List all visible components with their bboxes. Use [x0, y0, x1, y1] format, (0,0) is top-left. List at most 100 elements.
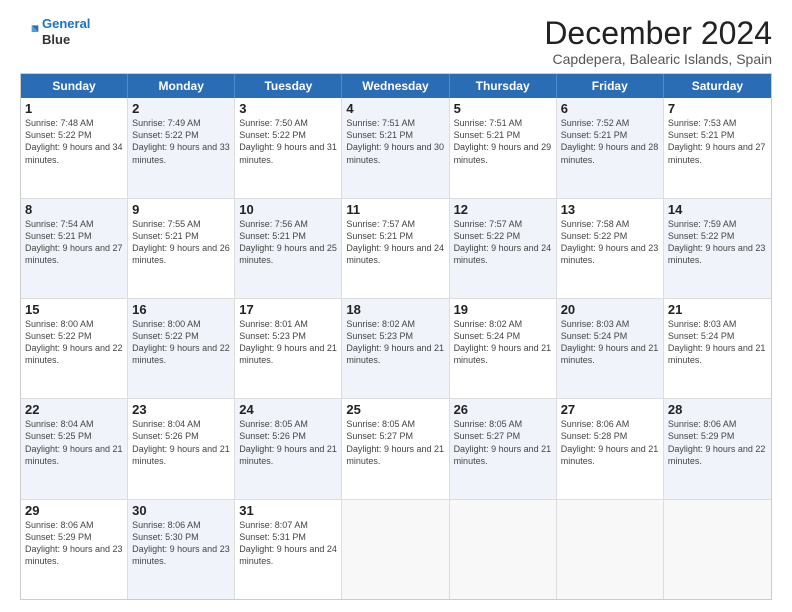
calendar-header: SundayMondayTuesdayWednesdayThursdayFrid…	[21, 74, 771, 98]
cell-info: Sunrise: 8:07 AMSunset: 5:31 PMDaylight:…	[239, 519, 337, 568]
cell-info: Sunrise: 7:59 AMSunset: 5:22 PMDaylight:…	[668, 218, 767, 267]
day-number: 31	[239, 503, 337, 518]
day-number: 7	[668, 101, 767, 116]
cell-info: Sunrise: 7:53 AMSunset: 5:21 PMDaylight:…	[668, 117, 767, 166]
calendar-cell-5-7	[664, 500, 771, 599]
calendar-page: General Blue December 2024 Capdepera, Ba…	[0, 0, 792, 612]
cell-info: Sunrise: 8:03 AMSunset: 5:24 PMDaylight:…	[561, 318, 659, 367]
calendar-cell-4-2: 23Sunrise: 8:04 AMSunset: 5:26 PMDayligh…	[128, 399, 235, 498]
cell-info: Sunrise: 8:05 AMSunset: 5:26 PMDaylight:…	[239, 418, 337, 467]
logo-line2: Blue	[42, 32, 90, 48]
calendar-week-1: 1Sunrise: 7:48 AMSunset: 5:22 PMDaylight…	[21, 98, 771, 198]
day-number: 25	[346, 402, 444, 417]
calendar-cell-4-7: 28Sunrise: 8:06 AMSunset: 5:29 PMDayligh…	[664, 399, 771, 498]
cell-info: Sunrise: 7:57 AMSunset: 5:22 PMDaylight:…	[454, 218, 552, 267]
calendar-cell-3-1: 15Sunrise: 8:00 AMSunset: 5:22 PMDayligh…	[21, 299, 128, 398]
calendar-cell-3-3: 17Sunrise: 8:01 AMSunset: 5:23 PMDayligh…	[235, 299, 342, 398]
cell-info: Sunrise: 8:05 AMSunset: 5:27 PMDaylight:…	[454, 418, 552, 467]
day-number: 29	[25, 503, 123, 518]
header-day-tuesday: Tuesday	[235, 74, 342, 98]
day-number: 30	[132, 503, 230, 518]
day-number: 10	[239, 202, 337, 217]
day-number: 19	[454, 302, 552, 317]
day-number: 1	[25, 101, 123, 116]
header-day-saturday: Saturday	[664, 74, 771, 98]
calendar-cell-1-7: 7Sunrise: 7:53 AMSunset: 5:21 PMDaylight…	[664, 98, 771, 197]
day-number: 18	[346, 302, 444, 317]
calendar-cell-2-3: 10Sunrise: 7:56 AMSunset: 5:21 PMDayligh…	[235, 199, 342, 298]
cell-info: Sunrise: 8:02 AMSunset: 5:24 PMDaylight:…	[454, 318, 552, 367]
calendar-cell-5-4	[342, 500, 449, 599]
calendar-cell-5-5	[450, 500, 557, 599]
calendar-cell-1-1: 1Sunrise: 7:48 AMSunset: 5:22 PMDaylight…	[21, 98, 128, 197]
cell-info: Sunrise: 8:03 AMSunset: 5:24 PMDaylight:…	[668, 318, 767, 367]
calendar-cell-3-5: 19Sunrise: 8:02 AMSunset: 5:24 PMDayligh…	[450, 299, 557, 398]
calendar-cell-3-2: 16Sunrise: 8:00 AMSunset: 5:22 PMDayligh…	[128, 299, 235, 398]
header-day-thursday: Thursday	[450, 74, 557, 98]
calendar-cell-4-6: 27Sunrise: 8:06 AMSunset: 5:28 PMDayligh…	[557, 399, 664, 498]
calendar-cell-1-2: 2Sunrise: 7:49 AMSunset: 5:22 PMDaylight…	[128, 98, 235, 197]
calendar-cell-2-6: 13Sunrise: 7:58 AMSunset: 5:22 PMDayligh…	[557, 199, 664, 298]
day-number: 21	[668, 302, 767, 317]
calendar-cell-1-5: 5Sunrise: 7:51 AMSunset: 5:21 PMDaylight…	[450, 98, 557, 197]
calendar-cell-1-4: 4Sunrise: 7:51 AMSunset: 5:21 PMDaylight…	[342, 98, 449, 197]
calendar-cell-1-3: 3Sunrise: 7:50 AMSunset: 5:22 PMDaylight…	[235, 98, 342, 197]
header-day-wednesday: Wednesday	[342, 74, 449, 98]
calendar-week-5: 29Sunrise: 8:06 AMSunset: 5:29 PMDayligh…	[21, 500, 771, 599]
main-title: December 2024	[544, 16, 772, 51]
day-number: 14	[668, 202, 767, 217]
cell-info: Sunrise: 8:06 AMSunset: 5:29 PMDaylight:…	[25, 519, 123, 568]
day-number: 20	[561, 302, 659, 317]
logo-text: General Blue	[42, 16, 90, 47]
title-area: December 2024 Capdepera, Balearic Island…	[544, 16, 772, 67]
day-number: 13	[561, 202, 659, 217]
cell-info: Sunrise: 7:51 AMSunset: 5:21 PMDaylight:…	[346, 117, 444, 166]
day-number: 3	[239, 101, 337, 116]
cell-info: Sunrise: 7:49 AMSunset: 5:22 PMDaylight:…	[132, 117, 230, 166]
calendar-cell-3-4: 18Sunrise: 8:02 AMSunset: 5:23 PMDayligh…	[342, 299, 449, 398]
cell-info: Sunrise: 8:00 AMSunset: 5:22 PMDaylight:…	[132, 318, 230, 367]
calendar-cell-5-6	[557, 500, 664, 599]
cell-info: Sunrise: 8:00 AMSunset: 5:22 PMDaylight:…	[25, 318, 123, 367]
cell-info: Sunrise: 8:05 AMSunset: 5:27 PMDaylight:…	[346, 418, 444, 467]
day-number: 12	[454, 202, 552, 217]
day-number: 27	[561, 402, 659, 417]
header-day-monday: Monday	[128, 74, 235, 98]
calendar-cell-3-7: 21Sunrise: 8:03 AMSunset: 5:24 PMDayligh…	[664, 299, 771, 398]
header-day-friday: Friday	[557, 74, 664, 98]
calendar-cell-2-7: 14Sunrise: 7:59 AMSunset: 5:22 PMDayligh…	[664, 199, 771, 298]
cell-info: Sunrise: 7:56 AMSunset: 5:21 PMDaylight:…	[239, 218, 337, 267]
day-number: 6	[561, 101, 659, 116]
cell-info: Sunrise: 8:01 AMSunset: 5:23 PMDaylight:…	[239, 318, 337, 367]
day-number: 22	[25, 402, 123, 417]
day-number: 8	[25, 202, 123, 217]
logo-icon	[20, 22, 40, 42]
calendar-cell-4-3: 24Sunrise: 8:05 AMSunset: 5:26 PMDayligh…	[235, 399, 342, 498]
day-number: 16	[132, 302, 230, 317]
logo-line1: General	[42, 16, 90, 31]
calendar-cell-5-1: 29Sunrise: 8:06 AMSunset: 5:29 PMDayligh…	[21, 500, 128, 599]
calendar-cell-5-2: 30Sunrise: 8:06 AMSunset: 5:30 PMDayligh…	[128, 500, 235, 599]
calendar-cell-2-2: 9Sunrise: 7:55 AMSunset: 5:21 PMDaylight…	[128, 199, 235, 298]
calendar-week-2: 8Sunrise: 7:54 AMSunset: 5:21 PMDaylight…	[21, 199, 771, 299]
day-number: 23	[132, 402, 230, 417]
cell-info: Sunrise: 7:57 AMSunset: 5:21 PMDaylight:…	[346, 218, 444, 267]
day-number: 5	[454, 101, 552, 116]
calendar-body: 1Sunrise: 7:48 AMSunset: 5:22 PMDaylight…	[21, 98, 771, 599]
cell-info: Sunrise: 8:04 AMSunset: 5:26 PMDaylight:…	[132, 418, 230, 467]
calendar-cell-2-4: 11Sunrise: 7:57 AMSunset: 5:21 PMDayligh…	[342, 199, 449, 298]
calendar-cell-3-6: 20Sunrise: 8:03 AMSunset: 5:24 PMDayligh…	[557, 299, 664, 398]
day-number: 24	[239, 402, 337, 417]
cell-info: Sunrise: 7:50 AMSunset: 5:22 PMDaylight:…	[239, 117, 337, 166]
calendar: SundayMondayTuesdayWednesdayThursdayFrid…	[20, 73, 772, 600]
day-number: 9	[132, 202, 230, 217]
calendar-cell-2-5: 12Sunrise: 7:57 AMSunset: 5:22 PMDayligh…	[450, 199, 557, 298]
cell-info: Sunrise: 8:06 AMSunset: 5:28 PMDaylight:…	[561, 418, 659, 467]
day-number: 26	[454, 402, 552, 417]
calendar-cell-2-1: 8Sunrise: 7:54 AMSunset: 5:21 PMDaylight…	[21, 199, 128, 298]
calendar-cell-4-4: 25Sunrise: 8:05 AMSunset: 5:27 PMDayligh…	[342, 399, 449, 498]
logo: General Blue	[20, 16, 90, 47]
day-number: 28	[668, 402, 767, 417]
cell-info: Sunrise: 7:51 AMSunset: 5:21 PMDaylight:…	[454, 117, 552, 166]
cell-info: Sunrise: 7:48 AMSunset: 5:22 PMDaylight:…	[25, 117, 123, 166]
